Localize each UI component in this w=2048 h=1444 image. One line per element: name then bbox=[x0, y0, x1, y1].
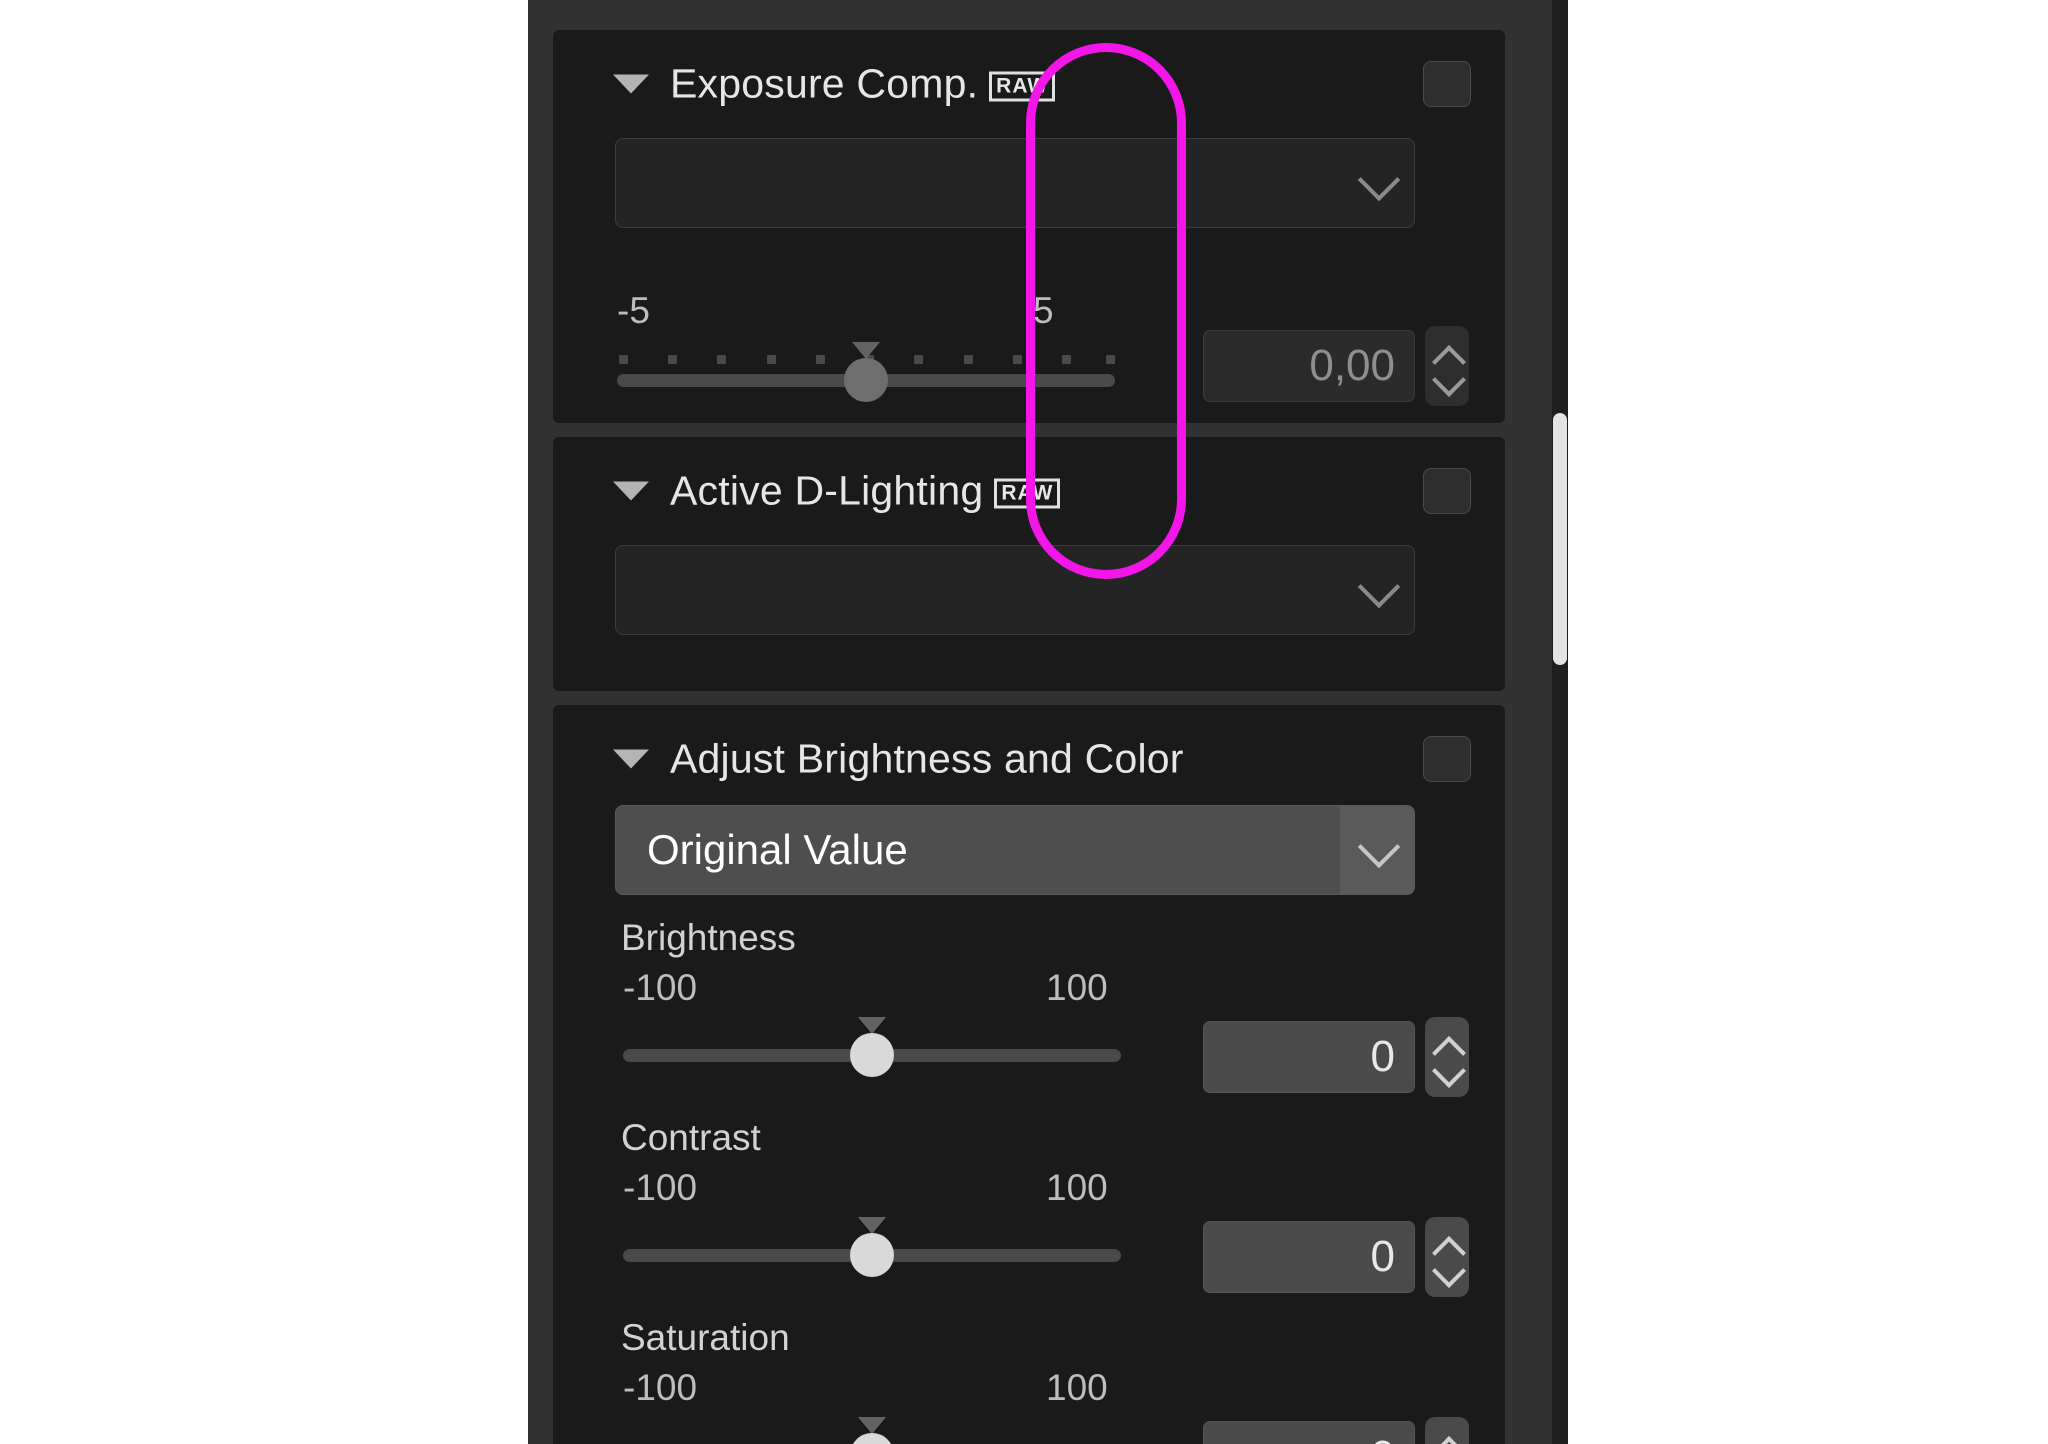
stepper-exposure-comp[interactable] bbox=[1425, 326, 1469, 406]
slider-track-exposure-comp[interactable] bbox=[617, 342, 1115, 402]
slider-group-brightness: Brightness -100 100 bbox=[621, 917, 1121, 1077]
number-value: 0 bbox=[1370, 1032, 1395, 1081]
slider-thumb-exposure-comp[interactable] bbox=[844, 358, 888, 402]
chevron-down-icon bbox=[1357, 825, 1401, 869]
chevron-down-icon[interactable] bbox=[1432, 363, 1466, 397]
chevron-down-icon[interactable] bbox=[1432, 1054, 1466, 1088]
slider-max-label: 100 bbox=[1046, 967, 1108, 1008]
slider-thumb-contrast[interactable] bbox=[850, 1233, 894, 1277]
stepper-saturation[interactable] bbox=[1425, 1417, 1469, 1444]
number-input-brightness[interactable]: 0 bbox=[1203, 1021, 1415, 1093]
spinner-brightness: 0 bbox=[1203, 1017, 1469, 1101]
spinner-exposure-comp: 0,00 bbox=[1203, 326, 1469, 410]
vertical-scrollbar-thumb[interactable] bbox=[1553, 413, 1567, 665]
screenshot-root: Exposure Comp. RAW -5 5 0,00 Active D-Li… bbox=[0, 0, 2048, 1444]
raw-badge: RAW bbox=[989, 71, 1056, 102]
slider-track-saturation[interactable] bbox=[623, 1417, 1121, 1444]
raw-badge: RAW bbox=[994, 478, 1061, 509]
dropdown-active-d-lighting[interactable] bbox=[615, 545, 1415, 635]
section-header-active-d-lighting[interactable]: Active D-Lighting RAW bbox=[553, 437, 1505, 545]
slider-group-exposure-comp: -5 5 bbox=[615, 280, 1115, 410]
section-active-d-lighting: Active D-Lighting RAW bbox=[553, 437, 1505, 691]
section-title-text: Exposure Comp. bbox=[670, 60, 979, 107]
section-title-active-d-lighting: Active D-Lighting RAW bbox=[670, 467, 1061, 515]
number-input-saturation[interactable]: 0 bbox=[1203, 1421, 1415, 1444]
spinner-contrast: 0 bbox=[1203, 1217, 1469, 1301]
slider-center-marker bbox=[858, 1217, 886, 1234]
slider-label-contrast: Contrast bbox=[621, 1117, 761, 1158]
slider-group-contrast: Contrast -100 100 bbox=[621, 1117, 1121, 1277]
slider-min-label: -100 bbox=[623, 1367, 698, 1408]
number-value: 0 bbox=[1370, 1232, 1395, 1281]
slider-track-contrast[interactable] bbox=[623, 1217, 1121, 1277]
spinner-saturation: 0 bbox=[1203, 1417, 1469, 1444]
slider-min-label: -5 bbox=[617, 290, 650, 331]
chevron-up-icon[interactable] bbox=[1432, 1436, 1466, 1444]
slider-group-saturation: Saturation -100 100 bbox=[621, 1317, 1121, 1444]
section-title-adjust-brightness-and-color: Adjust Brightness and Color bbox=[670, 736, 1184, 783]
section-title-text: Active D-Lighting bbox=[670, 467, 984, 514]
slider-max-label: 100 bbox=[1046, 1167, 1108, 1208]
stepper-contrast[interactable] bbox=[1425, 1217, 1469, 1297]
section-title-text: Adjust Brightness and Color bbox=[670, 735, 1184, 782]
section-title-exposure-comp: Exposure Comp. RAW bbox=[670, 60, 1056, 108]
slider-thumb-brightness[interactable] bbox=[850, 1033, 894, 1077]
checkbox-active-d-lighting[interactable] bbox=[1423, 468, 1471, 514]
slider-label-saturation: Saturation bbox=[621, 1317, 790, 1358]
triangle-down-icon[interactable] bbox=[613, 749, 649, 769]
checkbox-adjust-brightness-and-color[interactable] bbox=[1423, 736, 1471, 782]
triangle-down-icon[interactable] bbox=[613, 74, 649, 94]
section-adjust-brightness-and-color: Adjust Brightness and Color Original Val… bbox=[553, 705, 1505, 1444]
slider-max-label: 100 bbox=[1046, 1367, 1108, 1408]
number-value: 0,00 bbox=[1309, 341, 1395, 390]
slider-track-brightness[interactable] bbox=[623, 1017, 1121, 1077]
dropdown-preset-adjust[interactable]: Original Value bbox=[615, 805, 1415, 895]
dropdown-arrow-box[interactable] bbox=[1340, 806, 1414, 894]
checkbox-exposure-comp[interactable] bbox=[1423, 61, 1471, 107]
slider-thumb-saturation[interactable] bbox=[850, 1433, 894, 1444]
number-value: 0 bbox=[1371, 1432, 1395, 1444]
section-header-exposure-comp[interactable]: Exposure Comp. RAW bbox=[553, 30, 1505, 138]
slider-center-marker bbox=[858, 1017, 886, 1034]
number-input-contrast[interactable]: 0 bbox=[1203, 1221, 1415, 1293]
section-exposure-comp: Exposure Comp. RAW -5 5 0,00 bbox=[553, 30, 1505, 423]
triangle-down-icon[interactable] bbox=[613, 481, 649, 501]
adjustments-panel: Exposure Comp. RAW -5 5 0,00 Active D-Li… bbox=[528, 0, 1568, 1444]
number-input-exposure-comp[interactable]: 0,00 bbox=[1203, 330, 1415, 402]
dropdown-arrow-box[interactable] bbox=[1340, 546, 1414, 634]
section-header-adjust-brightness-and-color[interactable]: Adjust Brightness and Color bbox=[553, 705, 1505, 813]
slider-label-brightness: Brightness bbox=[621, 917, 796, 958]
slider-min-label: -100 bbox=[623, 967, 698, 1008]
slider-center-marker bbox=[852, 342, 880, 359]
dropdown-arrow-box[interactable] bbox=[1340, 139, 1414, 227]
slider-min-label: -100 bbox=[623, 1167, 698, 1208]
dropdown-value-preset: Original Value bbox=[647, 826, 908, 873]
stepper-brightness[interactable] bbox=[1425, 1017, 1469, 1097]
slider-max-label: 5 bbox=[1033, 290, 1054, 331]
chevron-down-icon bbox=[1357, 565, 1401, 609]
slider-center-marker bbox=[858, 1417, 886, 1434]
chevron-down-icon[interactable] bbox=[1432, 1254, 1466, 1288]
vertical-scrollbar-track[interactable] bbox=[1552, 0, 1568, 1444]
dropdown-exposure-comp[interactable] bbox=[615, 138, 1415, 228]
adjustments-scroll-viewport[interactable]: Exposure Comp. RAW -5 5 0,00 Active D-Li… bbox=[553, 0, 1533, 1444]
chevron-down-icon bbox=[1357, 158, 1401, 202]
